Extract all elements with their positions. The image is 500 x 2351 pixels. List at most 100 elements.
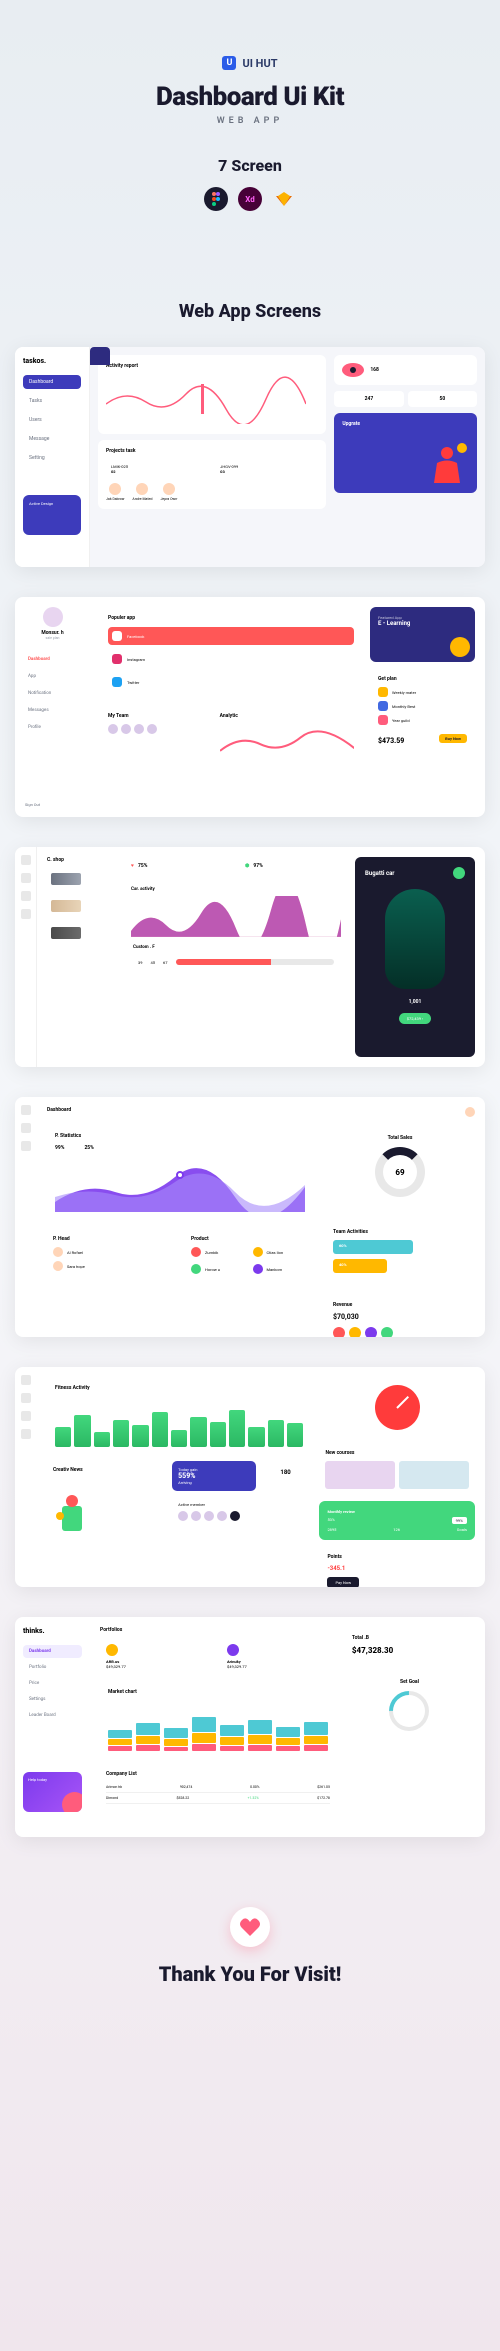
company-row-1[interactable]: Arimon hb902,4740.00%$261.05 [106,1782,330,1793]
review-card: Monthly review 53%99% 2895126Goals [319,1501,475,1540]
eye-value: 168 [370,367,379,373]
statistics-card: P. Statistics 99%25% [47,1125,317,1222]
hero-section: U UI HUT Dashboard Ui Kit WEB APP 7 Scre… [15,30,485,251]
goal-gauge [381,1683,438,1740]
nav-portfolio[interactable]: Portfolio [23,1661,82,1674]
nav-tasks[interactable]: Tasks [23,394,81,408]
help-card[interactable]: Help today [23,1772,82,1812]
nav-price[interactable]: Price [23,1677,82,1690]
calendar-icon[interactable] [21,1429,31,1439]
activities-card: Team Activities 60% 40% [325,1221,475,1286]
person-illustration [422,438,472,488]
featured-card[interactable]: Featured App E - Learning [370,607,475,662]
company-card: Company List Arimon hb902,4740.00%$261.0… [100,1765,336,1810]
fitness-card: Fitness Activity [47,1377,311,1455]
settings-icon[interactable] [21,909,31,919]
total-card: Total .B $47,328.30 [344,1627,475,1663]
chart-icon[interactable] [21,891,31,901]
points-card: Points -345.1 Pay Now [319,1546,475,1587]
figma-icon [204,187,228,211]
buy-button[interactable]: Buy Now [439,734,467,743]
upgrade-card[interactable]: Upgrate [334,413,477,493]
s1-logo: taskos. [23,357,81,365]
car-3[interactable] [47,922,117,944]
nav-dashboard[interactable]: Dashboard [25,654,80,665]
sales-card: Total Sales 69 [325,1125,475,1213]
plan-year[interactable]: Year guild [378,715,467,725]
nav-dashboard[interactable]: Dashboard [23,1645,82,1658]
member-card: Active member [172,1496,311,1527]
activity-icon[interactable] [21,1411,31,1421]
pay-button[interactable]: Pay Now [327,1577,359,1587]
nav-setting[interactable]: Setting [23,451,81,465]
brand: U UI HUT [222,56,277,70]
nav-profile[interactable]: Profile [25,722,80,733]
app-facebook[interactable]: Facebook [108,627,354,645]
projects-card: Projects task LMIK-02502 JHGV-09903 Jak … [98,440,326,509]
nav-leaderboard[interactable]: Leader Board [23,1709,82,1722]
projects-title: Projects task [106,448,318,454]
nav-message[interactable]: Message [23,432,81,446]
dash-icon[interactable] [21,1123,31,1133]
news-illustration [52,1486,92,1531]
plan-weekly[interactable]: Weekly mater [378,687,467,697]
shop-icon[interactable] [21,873,31,883]
task-1[interactable]: LMIK-02502 [106,459,209,479]
goal-card: Set Goal [344,1669,475,1747]
popular-app-card: Populer app Facebook Instagram Twitter [100,607,362,699]
portfolio-2[interactable]: Arinuky $49,329.77 [221,1638,336,1675]
course-2[interactable] [399,1461,469,1489]
portfolios-section: Portfolios ARB.us $49,329.77 Arinuky $49… [100,1627,336,1675]
s4-header: Dashboard [47,1107,475,1117]
course-1[interactable] [325,1461,395,1489]
eye-icon [342,363,364,377]
thanks-text: Thank You For Visit! [15,1962,485,1986]
s1-promo[interactable]: Active Design [23,495,81,535]
activity-chart [106,374,306,424]
stats-icon[interactable] [21,1141,31,1151]
stat-2: 50 [408,391,477,407]
courses-card: New courses [319,1444,475,1495]
bugatti-panel: Bugatti car 1,001 $72,439 › [355,857,475,1057]
nav-dashboard[interactable]: Dashboard [23,375,81,389]
app-instagram[interactable]: Instagram [108,650,354,668]
s1-main: Activity report Projects task LMIK-02502… [90,347,485,567]
avatar-2[interactable]: Andre Mated [132,483,152,501]
page-subtitle: WEB APP [15,116,485,126]
clock-icon [375,1385,420,1430]
plan-monthly[interactable]: Monthly Best [378,701,467,711]
tool-icons: Xd [15,187,485,211]
menu-icon[interactable] [21,1105,31,1115]
nav-app[interactable]: App [25,671,80,682]
car-activity-chart: Car. activity [125,881,347,931]
signout-link[interactable]: Sign Out [25,802,80,807]
user-avatar[interactable] [453,867,465,879]
donut-chart: 69 [375,1147,425,1197]
company-row-2[interactable]: Dimond$528.22+1.32%$172.78 [106,1793,330,1804]
portfolio-1[interactable]: ARB.us $49,329.77 [100,1638,215,1675]
nav-users[interactable]: Users [23,413,81,427]
user-avatar[interactable] [465,1107,475,1117]
product-card: Product Zumbik Ctias lion Horow u Mankom [185,1230,317,1284]
nav-notification[interactable]: Notification [25,688,80,699]
eye-card: 168 [334,355,477,385]
side-stat: 180 [260,1461,312,1491]
car-2[interactable] [47,895,117,917]
app-twitter[interactable]: Twitter [108,673,354,691]
shop-section: C. shop [47,857,117,1057]
bugatti-image [385,889,445,989]
nav-messages[interactable]: Messages [25,705,80,716]
avatar-3[interactable]: Jepra Owrr [160,483,177,501]
nav-settings[interactable]: Settings [23,1693,82,1706]
section-title: Web App Screens [15,301,485,322]
home-icon[interactable] [21,855,31,865]
user-avatar [43,607,63,627]
s2-user[interactable]: Monsur. h sale plan [25,607,80,640]
car-1[interactable] [47,868,117,890]
task-2[interactable]: JHGV-09903 [215,459,318,479]
avatar-1[interactable]: Jak Dabrow [106,483,124,501]
buy-button[interactable]: $72,439 › [399,1013,431,1024]
stat-1: 247 [334,391,403,407]
s4-sidebar [15,1097,37,1337]
home-icon[interactable] [21,1393,31,1403]
